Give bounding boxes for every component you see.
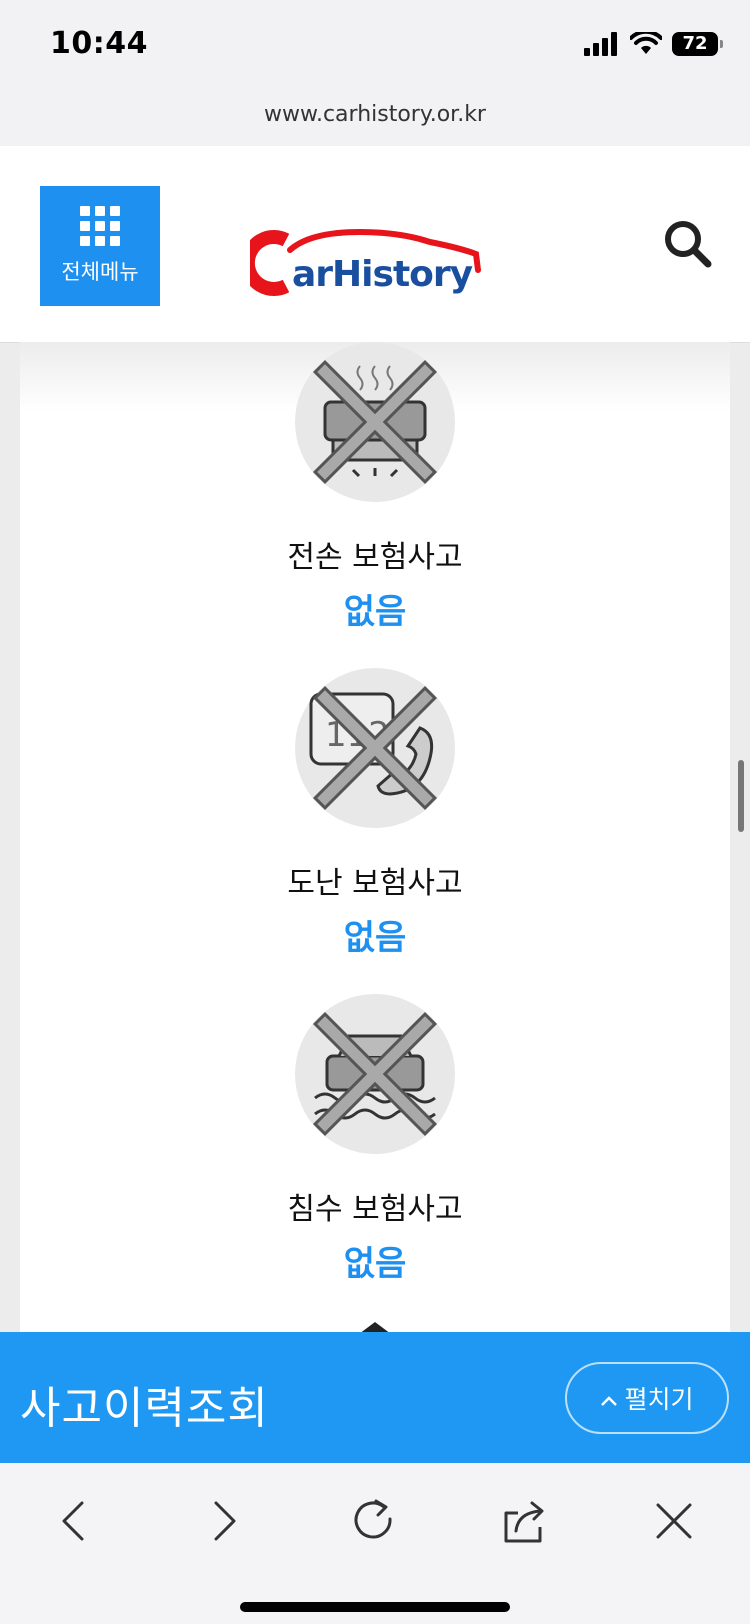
cellular-signal-icon [584, 32, 617, 56]
status-icons: 72 [584, 30, 723, 58]
expand-button[interactable]: 펼치기 [565, 1362, 729, 1434]
accident-lookup-bar: 사고이력조회 펼치기 [0, 1332, 750, 1463]
flood-value: 없음 [343, 1244, 407, 1284]
accident-history-content: 전손 보험사고 없음 112 도난 보험사고 없음 [20, 342, 730, 1332]
forward-icon[interactable] [196, 1493, 252, 1549]
full-menu-label: 전체메뉴 [61, 260, 139, 284]
wifi-icon [630, 32, 662, 54]
battery-icon: 72 [672, 32, 723, 56]
url-bar[interactable]: www.carhistory.or.kr [0, 92, 750, 146]
accident-lookup-title: 사고이력조회 [20, 1383, 269, 1434]
close-icon[interactable] [646, 1493, 702, 1549]
car-theft-phone-icon: 112 [295, 668, 455, 828]
site-header: 전체메뉴 arHistory [0, 146, 750, 343]
share-icon[interactable] [496, 1493, 552, 1549]
total-loss-value: 없음 [343, 592, 407, 632]
home-indicator[interactable] [240, 1602, 510, 1612]
status-time: 10:44 [50, 26, 148, 61]
grid-menu-icon [80, 206, 120, 246]
car-flood-icon [295, 994, 455, 1154]
expand-label: 펼치기 [624, 1385, 694, 1414]
browser-toolbar [0, 1463, 750, 1624]
page-scrollbar[interactable] [738, 760, 744, 832]
theft-title: 도난 보험사고 [287, 866, 463, 901]
theft-value: 없음 [343, 918, 407, 958]
reload-icon[interactable] [346, 1493, 402, 1549]
chevron-up-icon [601, 1396, 618, 1406]
search-icon[interactable] [660, 216, 716, 272]
status-bar: 10:44 72 [0, 0, 750, 92]
next-item-icon-partial [361, 1322, 389, 1332]
total-loss-title: 전손 보험사고 [287, 540, 463, 575]
flood-title: 침수 보험사고 [287, 1192, 463, 1227]
full-menu-button[interactable]: 전체메뉴 [40, 186, 160, 306]
carhistory-logo[interactable]: arHistory [250, 228, 500, 308]
back-icon[interactable] [46, 1493, 102, 1549]
svg-text:arHistory: arHistory [292, 254, 473, 295]
car-total-loss-icon [295, 342, 455, 502]
